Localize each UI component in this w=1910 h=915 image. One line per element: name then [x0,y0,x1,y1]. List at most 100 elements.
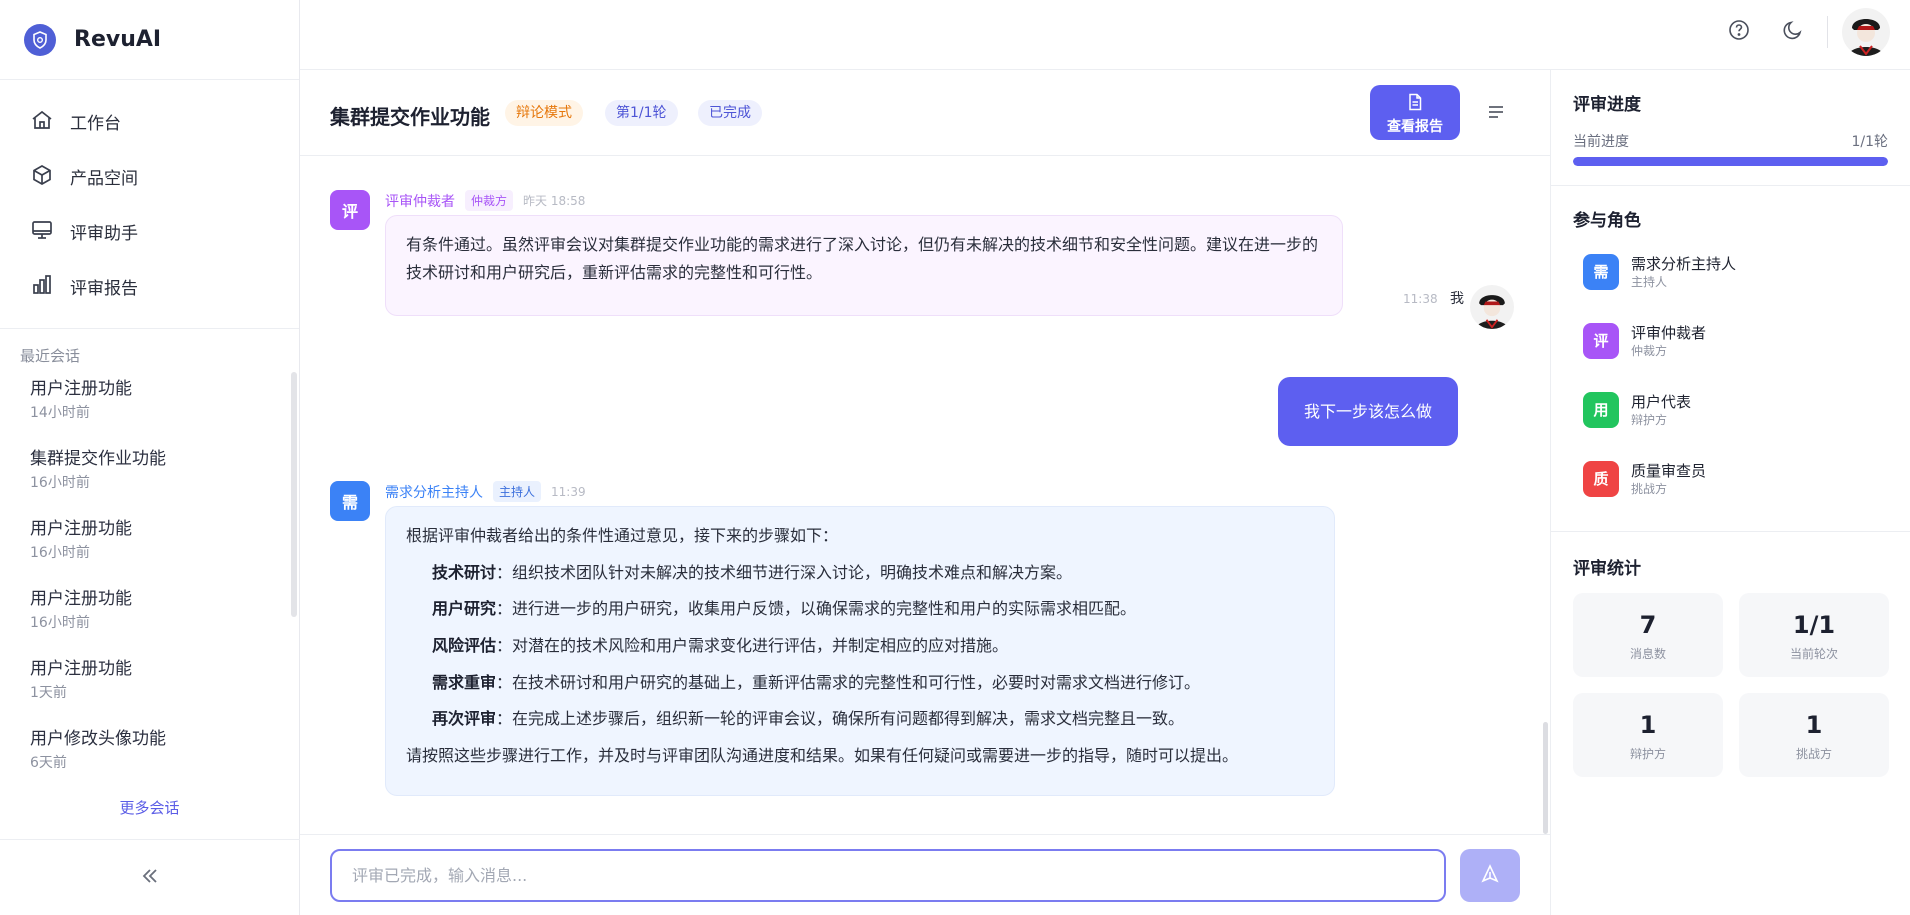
role-item[interactable]: 需 需求分析主持人 主持人 [1573,237,1888,306]
recent-session-item[interactable]: 集群提交作业功能 16小时前 [0,445,299,515]
document-icon [1407,93,1423,115]
progress-title: 评审进度 [1573,95,1641,115]
sidebar-scrollbar[interactable] [291,372,297,617]
session-name: 用户注册功能 [30,379,132,399]
user-message-meta: 11:38 我 [1403,288,1464,308]
session-name: 用户注册功能 [30,589,132,609]
sidebar: RevuAI 工作台 产品空间 评审助手 评审报告 最近会话 用户注册功能 14… [0,0,300,915]
progress-row: 当前进度 1/1轮 [1573,131,1888,151]
session-time: 16小时前 [30,475,90,491]
stat-label: 当前轮次 [1789,647,1838,661]
role-text: 用户代表 辩护方 [1631,392,1691,428]
stat-card: 1/1 当前轮次 [1739,593,1889,677]
cube-icon [30,163,54,191]
messages-scrollbar[interactable] [1543,722,1548,834]
arbiter-avatar: 评 [330,190,370,230]
stat-card: 1 挑战方 [1739,693,1889,777]
nav-label: 评审助手 [70,224,138,244]
role-type: 挑战方 [1631,481,1668,496]
role-name: 需求分析主持人 [1631,254,1737,273]
app-name: RevuAI [74,27,162,52]
recent-sessions-list: 用户注册功能 14小时前 集群提交作业功能 16小时前 用户注册功能 16小时前… [0,375,299,818]
recent-session-item[interactable]: 用户注册功能 1天前 [0,655,299,725]
mode-badge: 辩论模式 [505,100,583,126]
session-name: 用户修改头像功能 [30,729,166,749]
role-text: 评审仲裁者 仲裁方 [1631,323,1706,359]
role-name: 质量审查员 [1631,461,1707,480]
divider [1827,16,1828,48]
page-title: 集群提交作业功能 [330,105,490,129]
session-time: 1天前 [30,685,67,701]
role-item[interactable]: 评 评审仲裁者 仲裁方 [1573,306,1888,375]
step-item: 风险评估：对潜在的技术风险和用户需求变化进行评估，并制定相应的应对措施。 [406,631,1314,668]
help-button[interactable] [1719,12,1759,52]
chat-menu-button[interactable] [1480,98,1512,130]
brand[interactable]: RevuAI [0,0,299,80]
session-name: 用户注册功能 [30,519,132,539]
sender-role-tag: 主持人 [493,481,542,502]
recent-session-item[interactable]: 用户注册功能 16小时前 [0,585,299,655]
stat-card: 1 辩护方 [1573,693,1723,777]
step-title: 需求重审 [432,672,497,692]
nav-label: 评审报告 [70,279,138,299]
message-outro: 请按照这些步骤进行工作，并及时与评审团队沟通进度和结果。如果有任何疑问或需要进一… [406,746,1239,766]
nav-item-product-space[interactable]: 产品空间 [0,149,299,204]
message-input[interactable] [330,849,1446,902]
monitor-icon [30,218,54,246]
stat-label: 消息数 [1629,647,1666,661]
recent-session-item[interactable]: 用户注册功能 16小时前 [0,515,299,585]
step-item: 再次评审：在完成上述步骤后，组织新一轮的评审会议，确保所有问题都得到解决，需求文… [406,704,1314,741]
role-item[interactable]: 用 用户代表 辩护方 [1573,375,1888,444]
step-title: 再次评审 [432,709,497,729]
recent-session-item[interactable]: 用户修改头像功能 6天前 [0,725,299,795]
step-title: 技术研讨 [432,562,497,582]
step-title: 风险评估 [432,636,497,656]
message-intro: 根据评审仲裁者给出的条件性通过意见，接下来的步骤如下： [406,526,839,545]
role-type: 辩护方 [1631,412,1668,427]
stats-section: 评审统计 7 消息数 1/1 当前轮次 1 辩护方 1 挑战方 [1551,532,1910,797]
review-panel: 评审进度 当前进度 1/1轮 参与角色 需 需求分析主持人 主持人 评 评审仲裁… [1550,70,1910,915]
stat-value: 1/1 [1792,611,1836,639]
top-actions [1705,8,1890,56]
recent-session-item[interactable]: 用户注册功能 14小时前 [0,375,299,445]
stat-card: 7 消息数 [1573,593,1723,677]
role-avatar: 需 [1583,253,1619,290]
role-item[interactable]: 质 质量审查员 挑战方 [1573,444,1888,513]
session-time: 16小时前 [30,615,90,631]
session-name: 集群提交作业功能 [30,449,166,469]
main-nav: 工作台 产品空间 评审助手 评审报告 [0,80,299,329]
stat-label: 辩护方 [1629,747,1666,761]
role-avatar: 用 [1583,391,1619,428]
progress-value: 1/1轮 [1851,134,1888,150]
nav-label: 产品空间 [70,169,138,189]
host-avatar: 需 [330,481,370,521]
progress-section: 评审进度 当前进度 1/1轮 [1551,70,1910,186]
nav-label: 工作台 [70,114,121,134]
view-report-button[interactable]: 查看报告 [1370,85,1460,140]
menu-lines-icon [1487,104,1505,124]
progress-label: 当前进度 [1573,134,1629,150]
theme-toggle-button[interactable] [1773,12,1813,52]
sender-name: 评审仲裁者 [385,193,455,210]
nav-item-review-assistant[interactable]: 评审助手 [0,204,299,259]
collapse-sidebar-button[interactable] [0,839,300,915]
sender-name: 我 [1450,291,1465,307]
step-text: ：在完成上述步骤后，组织新一轮的评审会议，确保所有问题都得到解决，需求文档完整且… [496,709,1185,729]
stats-grid: 7 消息数 1/1 当前轮次 1 辩护方 1 挑战方 [1573,593,1889,777]
composer [300,834,1550,915]
user-avatar[interactable] [1842,8,1890,56]
double-chevron-left-icon [139,865,161,891]
step-item: 技术研讨：组织技术团队针对未解决的技术细节进行深入讨论，明确技术难点和解决方案。 [406,558,1314,595]
nav-item-review-report[interactable]: 评审报告 [0,259,299,314]
nav-item-workbench[interactable]: 工作台 [0,94,299,149]
more-sessions-link[interactable]: 更多会话 [0,797,299,818]
role-name: 用户代表 [1631,392,1692,411]
arbiter-meta: 评审仲裁者 仲裁方 昨天 18:58 [385,190,585,211]
send-icon [1480,863,1500,888]
session-time: 14小时前 [30,405,90,421]
role-text: 需求分析主持人 主持人 [1631,254,1736,290]
role-type: 仲裁方 [1631,343,1668,358]
message-time: 11:39 [551,484,586,499]
send-button[interactable] [1460,849,1520,902]
role-name: 评审仲裁者 [1631,323,1707,342]
